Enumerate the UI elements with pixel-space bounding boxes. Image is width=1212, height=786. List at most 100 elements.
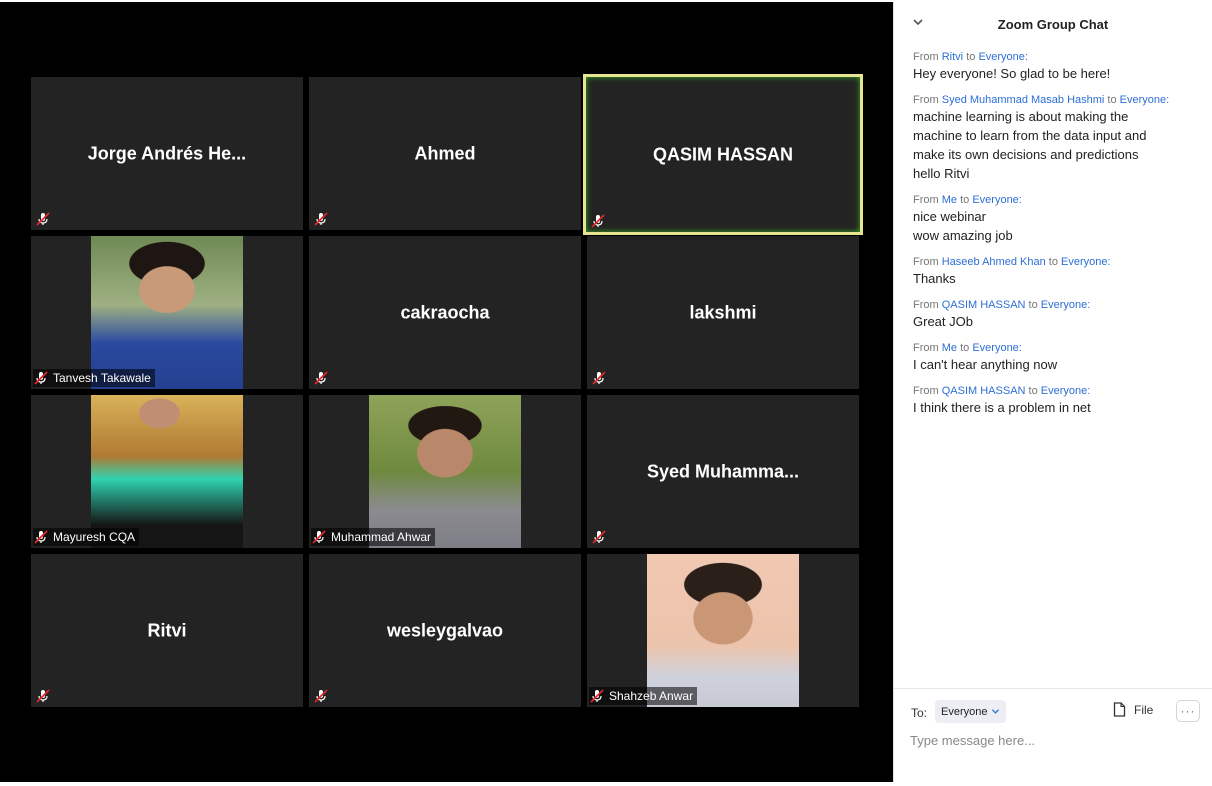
participant-photo xyxy=(647,554,799,707)
ellipsis-icon: ··· xyxy=(1180,704,1196,718)
chat-message-text: wow amazing job xyxy=(913,228,1013,243)
chat-message-text: make its own decisions and predictions xyxy=(913,147,1139,162)
recipient-name: Everyone: xyxy=(972,342,1022,354)
from-word: From xyxy=(913,299,939,311)
chat-message-header: From QASIM HASSAN to Everyone: xyxy=(913,298,1203,312)
participant-tile[interactable]: Shahzeb Anwar xyxy=(587,554,859,707)
mic-muted-icon xyxy=(591,370,607,386)
mic-muted-icon xyxy=(33,370,49,386)
chat-message-text: Thanks xyxy=(913,271,956,286)
chat-title: Zoom Group Chat xyxy=(894,17,1212,32)
chat-message-header: From Me to Everyone: xyxy=(913,341,1203,355)
chat-message-text: I think there is a problem in net xyxy=(913,400,1091,415)
to-word: to xyxy=(1107,94,1117,106)
sender-name: Ritvi xyxy=(941,51,964,63)
chat-message-text: I can't hear anything now xyxy=(913,357,1058,372)
participant-name: lakshmi xyxy=(689,302,757,322)
chat-message-header: From Me to Everyone: xyxy=(913,193,1203,207)
sender-name: Me xyxy=(941,194,958,206)
to-word: to xyxy=(1048,256,1058,268)
chat-header: Zoom Group Chat xyxy=(894,2,1212,42)
to-word: to xyxy=(960,342,970,354)
chat-message: From Syed Muhammad Masab Hashmi to Every… xyxy=(913,93,1203,183)
sender-name: QASIM HASSAN xyxy=(941,385,1026,397)
chat-message-header: From Syed Muhammad Masab Hashmi to Every… xyxy=(913,93,1203,107)
video-gallery: Jorge Andrés He... Ahmed QASIM HASSAN Tanve… xyxy=(0,2,893,782)
chat-message: From Me to Everyone: nice webinar wow amaz… xyxy=(913,193,1203,245)
recipient-value: Everyone xyxy=(941,705,988,718)
chat-message-text: Great JOb xyxy=(913,314,973,329)
file-icon xyxy=(1113,702,1126,717)
mic-muted-icon xyxy=(590,213,606,229)
chat-composer: To: Everyone File ··· xyxy=(894,688,1212,782)
chat-message-header: From QASIM HASSAN to Everyone: xyxy=(913,384,1203,398)
sender-name: Me xyxy=(941,342,958,354)
chat-message-text: Hey everyone! So glad to be here! xyxy=(913,66,1111,81)
participant-tile[interactable]: Syed Muhamma... xyxy=(587,395,859,548)
chat-title-text: Zoom Group Chat xyxy=(997,17,1109,32)
chat-message-text: hello Ritvi xyxy=(913,166,970,181)
more-options-button[interactable]: ··· xyxy=(1176,700,1200,722)
participant-label: Mayuresh CQA xyxy=(33,528,140,546)
chat-message: From QASIM HASSAN to Everyone: I think th… xyxy=(913,384,1203,417)
chevron-down-icon xyxy=(992,709,1000,714)
chat-message: From QASIM HASSAN to Everyone: Great JOb xyxy=(913,298,1203,331)
mic-muted-icon xyxy=(313,370,329,386)
participant-tile[interactable]: cakraocha xyxy=(309,236,581,389)
to-word: to xyxy=(1028,385,1038,397)
to-word: to xyxy=(966,51,976,63)
chat-panel: Zoom Group Chat From Ritvi to Everyone: H… xyxy=(893,2,1212,782)
recipient-name: Everyone: xyxy=(1119,94,1170,106)
participant-name: QASIM HASSAN xyxy=(652,144,793,164)
participant-name: Tanvesh Takawale xyxy=(53,371,151,385)
file-button[interactable]: File xyxy=(1113,702,1153,717)
from-word: From xyxy=(913,51,939,63)
participant-name: cakraocha xyxy=(400,302,490,322)
file-button-label: File xyxy=(1134,702,1154,717)
sender-name: Syed Muhammad Masab Hashmi xyxy=(941,94,1105,106)
participant-name: Shahzeb Anwar xyxy=(609,689,694,703)
participant-name: wesleygalvao xyxy=(386,620,504,640)
mic-muted-icon xyxy=(591,529,607,545)
chat-message-text: nice webinar xyxy=(913,209,986,224)
message-input[interactable] xyxy=(910,729,1200,751)
participant-name: Ahmed xyxy=(414,143,476,163)
participant-tile[interactable]: Ahmed xyxy=(309,77,581,230)
recipient-name: Everyone: xyxy=(1061,256,1111,268)
from-word: From xyxy=(913,256,939,268)
participant-tile[interactable]: Tanvesh Takawale xyxy=(31,236,303,389)
chat-message-text: machine to learn from the data input and xyxy=(913,128,1147,143)
chat-message-header: From Haseeb Ahmed Khan to Everyone: xyxy=(913,255,1203,269)
participant-photo xyxy=(369,395,521,548)
mic-muted-icon xyxy=(313,211,329,227)
participant-tile[interactable]: QASIM HASSAN xyxy=(583,74,863,235)
mic-muted-icon xyxy=(313,688,329,704)
mic-muted-icon xyxy=(35,688,51,704)
participant-tile[interactable]: Muhammad Ahwar xyxy=(309,395,581,548)
recipient-name: Everyone: xyxy=(1040,385,1091,397)
participant-name: Ritvi xyxy=(147,620,187,640)
participant-tile[interactable]: Ritvi xyxy=(31,554,303,707)
from-word: From xyxy=(913,342,939,354)
chat-message: From Me to Everyone: I can't hear anythin… xyxy=(913,341,1203,374)
participant-tile[interactable]: wesleygalvao xyxy=(309,554,581,707)
chat-message-text: machine learning is about making the xyxy=(913,109,1129,124)
chat-message-header: From Ritvi to Everyone: xyxy=(913,50,1203,64)
recipient-dropdown[interactable]: Everyone xyxy=(935,700,1007,723)
sender-name: QASIM HASSAN xyxy=(941,299,1026,311)
mic-muted-icon xyxy=(311,529,327,545)
recipient-name: Everyone: xyxy=(978,51,1028,63)
participant-tile[interactable]: Jorge Andrés He... xyxy=(31,77,303,230)
from-word: From xyxy=(913,194,939,206)
to-label: To: xyxy=(911,706,928,720)
from-word: From xyxy=(913,385,939,397)
participant-label: Tanvesh Takawale xyxy=(33,369,155,387)
mic-muted-icon xyxy=(35,211,51,227)
participant-tile[interactable]: Mayuresh CQA xyxy=(31,395,303,548)
participant-tile[interactable]: lakshmi xyxy=(587,236,859,389)
from-word: From xyxy=(913,94,939,106)
to-word: to xyxy=(960,194,970,206)
chat-message-list: From Ritvi to Everyone: Hey everyone! So … xyxy=(913,50,1203,427)
recipient-name: Everyone: xyxy=(972,194,1022,206)
participant-name: Mayuresh CQA xyxy=(53,530,136,544)
